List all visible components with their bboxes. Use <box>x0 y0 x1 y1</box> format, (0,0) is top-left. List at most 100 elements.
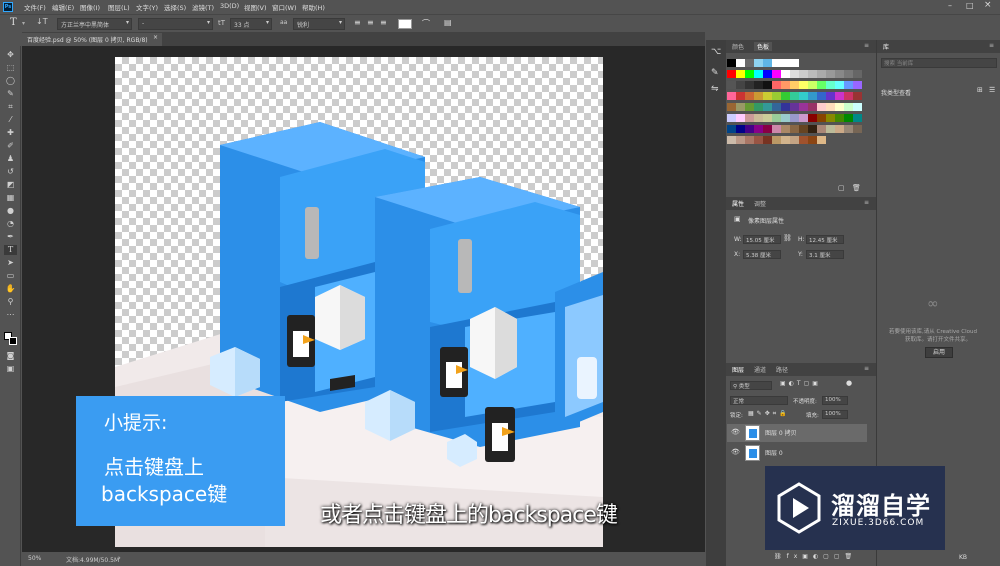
menu-help[interactable]: 帮助(H) <box>302 2 325 12</box>
lasso-tool-icon[interactable]: ◯ <box>4 76 17 86</box>
character-panel-icon[interactable]: ▤ <box>444 18 452 27</box>
move-tool-icon[interactable]: ✥ <box>4 50 17 60</box>
color-swatch[interactable] <box>736 136 745 144</box>
panel-menu-icon[interactable]: ≡ <box>989 42 994 49</box>
color-swatch[interactable] <box>844 125 853 133</box>
color-swatch[interactable] <box>772 70 781 78</box>
adjustment-panel-icon[interactable]: ⇋ <box>711 84 719 94</box>
tab-layers[interactable]: 图层 <box>732 365 744 374</box>
color-swatch[interactable] <box>745 125 754 133</box>
menu-file[interactable]: 文件(F) <box>24 2 46 12</box>
library-search-input[interactable]: 搜索 当前库 <box>881 58 997 68</box>
color-swatch[interactable] <box>745 114 754 122</box>
color-swatch[interactable] <box>808 92 817 100</box>
link-icon[interactable]: ⛓ <box>783 234 792 242</box>
hand-tool-icon[interactable]: ✋ <box>4 284 17 294</box>
color-swatch[interactable] <box>799 70 808 78</box>
color-swatch[interactable] <box>781 125 790 133</box>
screen-mode-icon[interactable]: ▣ <box>4 364 17 374</box>
color-swatch[interactable] <box>745 70 754 78</box>
brush-tool-icon[interactable]: ✐ <box>4 141 17 151</box>
menu-view[interactable]: 视图(V) <box>244 2 267 12</box>
color-swatch[interactable] <box>844 70 853 78</box>
color-swatch[interactable] <box>772 114 781 122</box>
color-swatch[interactable] <box>817 125 826 133</box>
y-field[interactable]: 3.1 厘米 <box>806 250 844 259</box>
document-tab[interactable]: 百度经验.psd @ 50% (图层 0 拷贝, RGB/8) × <box>22 33 162 46</box>
enable-button[interactable]: 启用 <box>925 347 953 358</box>
color-swatch[interactable] <box>826 92 835 100</box>
color-swatch[interactable] <box>853 125 862 133</box>
status-arrow-icon[interactable]: › <box>118 554 121 562</box>
color-swatch[interactable] <box>736 59 745 67</box>
color-swatch[interactable] <box>826 70 835 78</box>
panel-menu-icon[interactable]: ≡ <box>864 199 869 206</box>
color-swatch[interactable] <box>781 114 790 122</box>
color-swatch[interactable] <box>835 103 844 111</box>
color-swatch[interactable] <box>772 59 781 67</box>
text-orientation-icon[interactable]: ↓T <box>36 17 48 26</box>
color-swatch[interactable] <box>844 81 853 89</box>
anti-alias-select[interactable]: 锐利 ▾ <box>293 18 345 30</box>
color-swatch[interactable] <box>835 81 844 89</box>
menu-edit[interactable]: 编辑(E) <box>52 2 74 12</box>
color-swatch[interactable] <box>745 103 754 111</box>
color-swatch[interactable] <box>790 114 799 122</box>
color-swatch[interactable] <box>817 70 826 78</box>
close-tab-icon[interactable]: × <box>153 34 158 41</box>
path-selection-tool-icon[interactable]: ➤ <box>4 258 17 268</box>
color-swatch[interactable] <box>781 70 790 78</box>
color-swatch[interactable] <box>799 81 808 89</box>
color-swatch[interactable] <box>754 92 763 100</box>
document-info[interactable]: 文档:4.99M/50.5M <box>66 555 119 564</box>
color-swatch[interactable] <box>799 103 808 111</box>
color-swatch[interactable] <box>799 114 808 122</box>
library-view-dropdown[interactable]: 我类型查看 <box>881 88 911 97</box>
color-swatch[interactable] <box>853 81 862 89</box>
color-swatch[interactable] <box>763 114 772 122</box>
clone-stamp-tool-icon[interactable]: ♟ <box>4 154 17 164</box>
height-field[interactable]: 12.45 厘米 <box>806 235 844 244</box>
color-swatch[interactable] <box>781 92 790 100</box>
color-swatch[interactable] <box>772 92 781 100</box>
align-center-icon[interactable]: ≡ <box>367 18 374 27</box>
color-swatch[interactable] <box>781 81 790 89</box>
healing-brush-tool-icon[interactable]: ✚ <box>4 128 17 138</box>
menu-layer[interactable]: 图层(L) <box>108 2 130 12</box>
color-swatch[interactable] <box>727 114 736 122</box>
color-swatch[interactable] <box>754 103 763 111</box>
color-swatch[interactable] <box>763 81 772 89</box>
color-swatch[interactable] <box>808 70 817 78</box>
color-swatch[interactable] <box>826 103 835 111</box>
color-swatch[interactable] <box>763 103 772 111</box>
opacity-field[interactable]: 100% <box>822 396 848 405</box>
color-swatch[interactable] <box>745 59 754 67</box>
menu-3d[interactable]: 3D(D) <box>220 2 239 10</box>
color-swatch[interactable] <box>772 81 781 89</box>
x-field[interactable]: 5.38 厘米 <box>743 250 781 259</box>
color-swatch[interactable] <box>853 103 862 111</box>
color-swatch[interactable] <box>790 81 799 89</box>
font-family-select[interactable]: 方正兰亭中黑简体 ▾ <box>57 18 132 30</box>
tab-properties[interactable]: 属性 <box>732 199 744 208</box>
color-swatch[interactable] <box>817 114 826 122</box>
panel-menu-icon[interactable]: ≡ <box>864 42 869 49</box>
layer-name[interactable]: 图层 0 <box>765 448 783 457</box>
color-swatch[interactable] <box>727 103 736 111</box>
color-swatch[interactable] <box>808 125 817 133</box>
color-swatch[interactable] <box>772 136 781 144</box>
zoom-level[interactable]: 50% <box>28 555 41 562</box>
layer-row[interactable]: 👁 图层 0 <box>727 444 867 462</box>
eyedropper-tool-icon[interactable]: ⁄ <box>4 115 17 125</box>
type-tool-icon[interactable]: T <box>4 245 17 255</box>
blur-tool-icon[interactable]: ● <box>4 206 17 216</box>
layer-filter-icons[interactable]: ▣◐T▢▣ <box>780 380 821 387</box>
color-swatch[interactable] <box>754 81 763 89</box>
quick-mask-icon[interactable]: ◙ <box>4 351 17 361</box>
color-swatch[interactable] <box>817 136 826 144</box>
color-swatch[interactable] <box>736 103 745 111</box>
color-swatch[interactable] <box>826 125 835 133</box>
color-swatch[interactable] <box>727 70 736 78</box>
color-swatch[interactable] <box>727 59 736 67</box>
tool-preset-chevron-icon[interactable]: ▾ <box>22 20 25 27</box>
